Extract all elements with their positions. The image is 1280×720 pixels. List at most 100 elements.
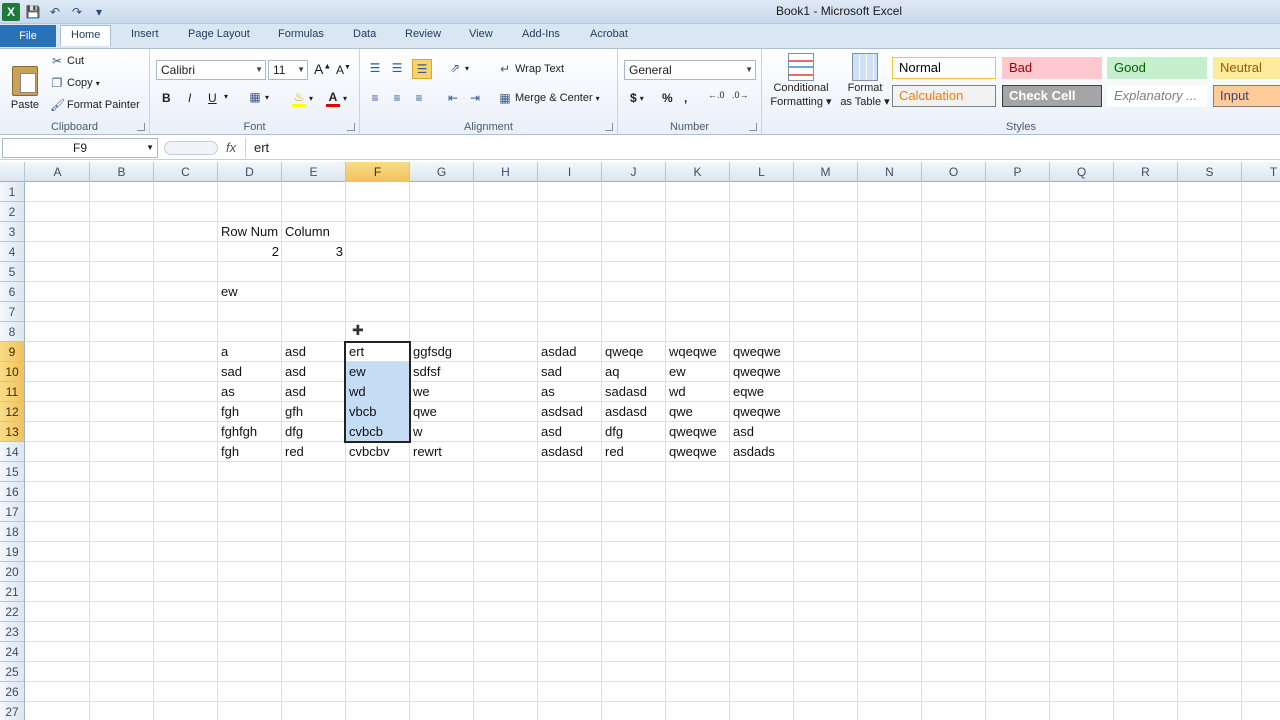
number-format-combo[interactable]: General ▼ <box>624 60 756 80</box>
cell-l11[interactable]: eqwe <box>730 382 794 402</box>
cell-e13[interactable]: dfg <box>282 422 346 442</box>
cell-style-neutral[interactable]: Neutral <box>1213 57 1280 79</box>
row-header-23[interactable]: 23 <box>0 622 25 642</box>
alignment-launcher-icon[interactable] <box>605 123 613 131</box>
cell-g13[interactable]: w <box>410 422 474 442</box>
wrap-text-button[interactable]: ↵ Wrap Text <box>498 62 564 76</box>
row-header-1[interactable]: 1 <box>0 182 25 202</box>
shrink-font-button[interactable]: A▼ <box>336 63 351 77</box>
cell-k12[interactable]: qwe <box>666 402 730 422</box>
copy-button[interactable]: ❐ Copy ▾ <box>50 76 100 90</box>
cell-e3[interactable]: Column <box>282 222 346 242</box>
row-header-14[interactable]: 14 <box>0 442 25 462</box>
underline-button[interactable]: U <box>208 91 217 105</box>
column-header-j[interactable]: J <box>602 162 666 182</box>
cell-k13[interactable]: qweqwe <box>666 422 730 442</box>
increase-decimal-button[interactable]: ←.0 <box>708 90 725 100</box>
cell-e4[interactable]: 3 <box>282 242 346 262</box>
cell-style-check-cell[interactable]: Check Cell <box>1002 85 1102 107</box>
cell-k9[interactable]: wqeqwe <box>666 342 730 362</box>
row-header-6[interactable]: 6 <box>0 282 25 302</box>
row-header-19[interactable]: 19 <box>0 542 25 562</box>
row-header-15[interactable]: 15 <box>0 462 25 482</box>
row-header-2[interactable]: 2 <box>0 202 25 222</box>
conditional-formatting-button[interactable]: Conditional Formatting ▾ <box>768 53 834 119</box>
tab-file[interactable]: File <box>0 25 56 47</box>
column-header-r[interactable]: R <box>1114 162 1178 182</box>
row-header-26[interactable]: 26 <box>0 682 25 702</box>
cell-d11[interactable]: as <box>218 382 282 402</box>
cell-i12[interactable]: asdsad <box>538 402 602 422</box>
row-header-10[interactable]: 10 <box>0 362 25 382</box>
percent-button[interactable]: % <box>662 91 673 105</box>
row-header-4[interactable]: 4 <box>0 242 25 262</box>
column-header-m[interactable]: M <box>794 162 858 182</box>
row-header-5[interactable]: 5 <box>0 262 25 282</box>
tab-data[interactable]: Data <box>343 25 386 46</box>
cell-style-good[interactable]: Good <box>1107 57 1207 79</box>
align-right-button[interactable]: ≡ <box>412 91 426 105</box>
cell-d6[interactable]: ew <box>218 282 282 302</box>
tab-home[interactable]: Home <box>60 25 112 46</box>
row-header-3[interactable]: 3 <box>0 222 25 242</box>
cell-style-normal[interactable]: Normal <box>892 57 996 79</box>
cell-d4[interactable]: 2 <box>218 242 282 262</box>
increase-indent-button[interactable]: ⇥ <box>468 91 482 105</box>
grow-font-button[interactable]: A▲ <box>314 61 331 77</box>
select-all-corner[interactable] <box>0 162 25 182</box>
cell-i10[interactable]: sad <box>538 362 602 382</box>
bottom-align-button[interactable]: ☰ <box>412 59 432 79</box>
tab-review[interactable]: Review <box>395 25 451 46</box>
row-header-8[interactable]: 8 <box>0 322 25 342</box>
worksheet-grid[interactable]: ABCDEFGHIJKLMNOPQRST 1 2 3 4 5 6 7 8 9 10 11 12 13 14… <box>0 162 1280 720</box>
name-box[interactable]: F9 ▼ <box>2 138 158 158</box>
font-size-combo[interactable]: 11 ▼ <box>268 60 308 80</box>
cut-button[interactable]: ✂ Cut <box>50 54 84 68</box>
cell-i9[interactable]: asdad <box>538 342 602 362</box>
cell-d12[interactable]: fgh <box>218 402 282 422</box>
borders-button[interactable]: ▦ ▾ <box>248 90 269 104</box>
row-header-27[interactable]: 27 <box>0 702 25 720</box>
cell-e9[interactable]: asd <box>282 342 346 362</box>
tab-add-ins[interactable]: Add-Ins <box>512 25 570 46</box>
cell-k10[interactable]: ew <box>666 362 730 382</box>
cell-j14[interactable]: red <box>602 442 666 462</box>
decrease-decimal-button[interactable]: .0→ <box>732 90 749 100</box>
column-header-c[interactable]: C <box>154 162 218 182</box>
format-painter-button[interactable]: 🖌 Format Painter <box>50 98 140 112</box>
cell-style-input[interactable]: Input <box>1213 85 1280 107</box>
cell-d13[interactable]: fghfgh <box>218 422 282 442</box>
column-header-s[interactable]: S <box>1178 162 1242 182</box>
bold-button[interactable]: B <box>162 91 171 105</box>
decrease-indent-button[interactable]: ⇤ <box>446 91 460 105</box>
column-header-k[interactable]: K <box>666 162 730 182</box>
cell-j10[interactable]: aq <box>602 362 666 382</box>
cell-k11[interactable]: wd <box>666 382 730 402</box>
row-header-7[interactable]: 7 <box>0 302 25 322</box>
column-header-g[interactable]: G <box>410 162 474 182</box>
cell-e11[interactable]: asd <box>282 382 346 402</box>
customize-qat-icon[interactable]: ▾ <box>90 3 108 21</box>
top-align-button[interactable]: ☰ <box>368 61 382 75</box>
column-header-b[interactable]: B <box>90 162 154 182</box>
comma-button[interactable]: , <box>684 91 687 105</box>
row-header-13[interactable]: 13 <box>0 422 25 442</box>
column-header-e[interactable]: E <box>282 162 346 182</box>
tab-acrobat[interactable]: Acrobat <box>580 25 638 46</box>
cell-d14[interactable]: fgh <box>218 442 282 462</box>
column-header-l[interactable]: L <box>730 162 794 182</box>
cell-f14[interactable]: cvbcbv <box>346 442 410 462</box>
cell-style-calculation[interactable]: Calculation <box>892 85 996 107</box>
cell-l12[interactable]: qweqwe <box>730 402 794 422</box>
column-header-t[interactable]: T <box>1242 162 1280 182</box>
cell-i13[interactable]: asd <box>538 422 602 442</box>
row-header-25[interactable]: 25 <box>0 662 25 682</box>
cell-d3[interactable]: Row Num <box>218 222 282 242</box>
column-header-q[interactable]: Q <box>1050 162 1114 182</box>
column-header-o[interactable]: O <box>922 162 986 182</box>
cell-l10[interactable]: qweqwe <box>730 362 794 382</box>
fill-color-button[interactable]: ♨ ▾ <box>292 90 313 107</box>
tab-insert[interactable]: Insert <box>121 25 169 46</box>
cell-i14[interactable]: asdasd <box>538 442 602 462</box>
font-name-combo[interactable]: Calibri ▼ <box>156 60 266 80</box>
